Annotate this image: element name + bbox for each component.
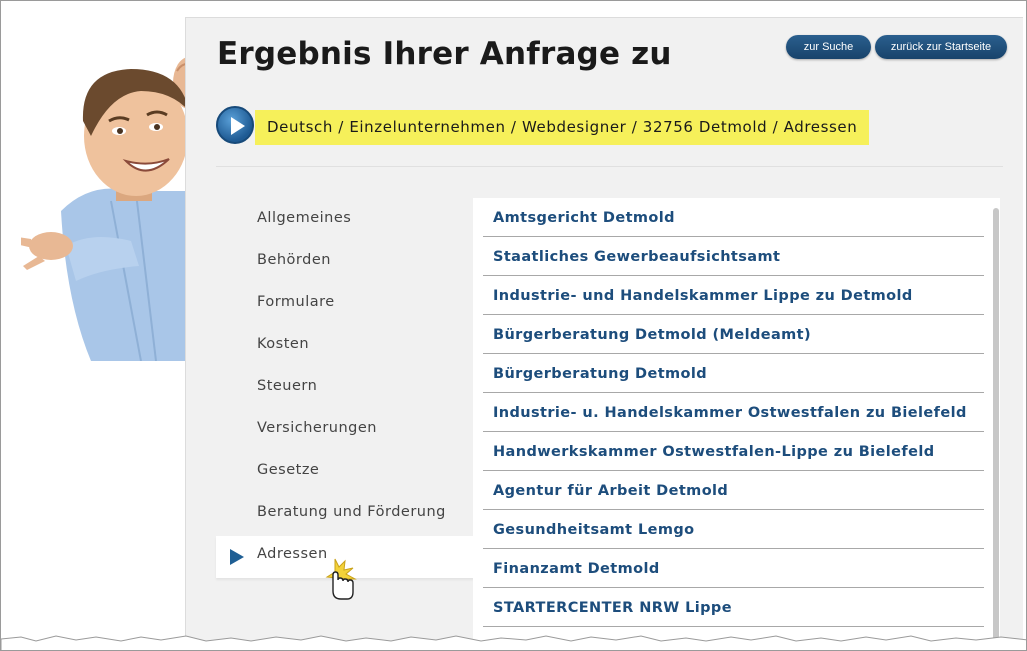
triangle-right-icon xyxy=(230,549,244,565)
result-link[interactable]: Industrie- u. Handelskammer Ostwestfalen… xyxy=(483,393,984,432)
result-link[interactable]: Staatliches Gewerbeaufsichtsamt xyxy=(483,237,984,276)
result-link[interactable]: Agentur für Arbeit Detmold xyxy=(483,471,984,510)
page-title: Ergebnis Ihrer Anfrage zu xyxy=(217,36,672,72)
nav-item-gesetze[interactable]: Gesetze xyxy=(216,452,474,494)
nav-item-versicherungen[interactable]: Versicherungen xyxy=(216,410,474,452)
result-link[interactable]: Gesundheitsamt Lemgo xyxy=(483,510,984,549)
nav-item-formulare[interactable]: Formulare xyxy=(216,284,474,326)
results-scrollbar[interactable] xyxy=(993,208,999,650)
screenshot-frame: Ergebnis Ihrer Anfrage zu zur Suche zurü… xyxy=(0,0,1027,651)
breadcrumb: Deutsch / Einzelunternehmen / Webdesigne… xyxy=(255,110,870,145)
nav-item-steuern[interactable]: Steuern xyxy=(216,368,474,410)
nav-item-label: Adressen xyxy=(257,546,328,562)
nav-item-behoerden[interactable]: Behörden xyxy=(216,242,474,284)
torn-edge-decoration xyxy=(1,635,1026,650)
back-to-home-button[interactable]: zurück zur Startseite xyxy=(875,35,1007,59)
result-link[interactable]: Amtsgericht Detmold xyxy=(483,198,984,237)
nav-item-kosten[interactable]: Kosten xyxy=(216,326,474,368)
pointing-man-illustration xyxy=(21,57,196,361)
result-link[interactable]: STARTERCENTER NRW Lippe xyxy=(483,588,984,627)
address-results-list: Amtsgericht Detmold Staatliches Gewerbea… xyxy=(473,198,1000,650)
result-link[interactable]: Industrie- und Handelskammer Lippe zu De… xyxy=(483,276,984,315)
result-link[interactable]: Bürgerberatung Detmold (Meldeamt) xyxy=(483,315,984,354)
nav-item-beratung[interactable]: Beratung und Förderung xyxy=(216,494,474,536)
result-link[interactable]: Bürgerberatung Detmold xyxy=(483,354,984,393)
result-link[interactable]: Finanzamt Detmold xyxy=(483,549,984,588)
hand-pointer-icon xyxy=(325,558,357,600)
category-nav: Allgemeines Behörden Formulare Kosten St… xyxy=(216,200,474,578)
result-link[interactable]: Handwerkskammer Ostwestfalen-Lippe zu Bi… xyxy=(483,432,984,471)
main-panel: Ergebnis Ihrer Anfrage zu zur Suche zurü… xyxy=(185,17,1023,650)
play-circle-icon xyxy=(216,106,254,144)
divider xyxy=(216,166,1003,167)
nav-item-allgemeines[interactable]: Allgemeines xyxy=(216,200,474,242)
search-button[interactable]: zur Suche xyxy=(786,35,871,59)
